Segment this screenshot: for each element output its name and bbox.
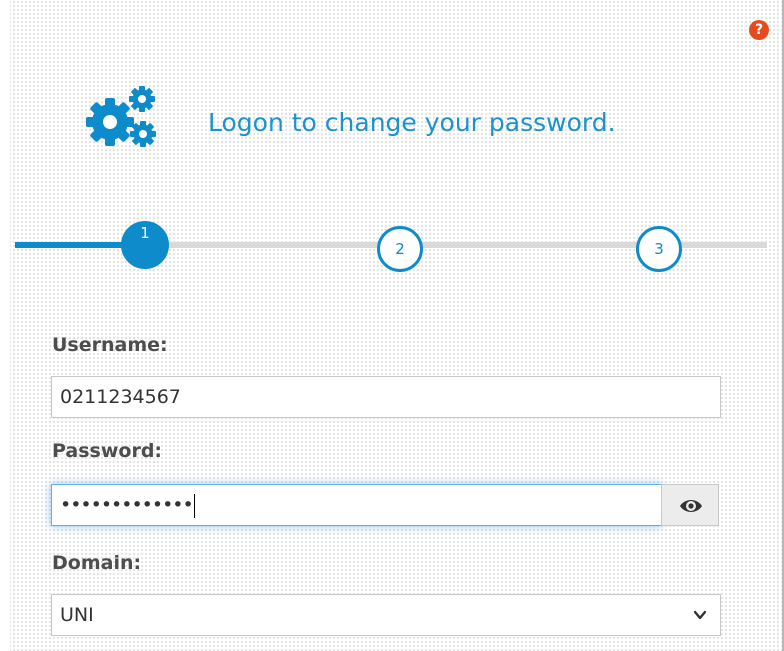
gears-icon [86, 86, 156, 147]
username-input[interactable]: 0211234567 [51, 376, 721, 418]
text-caret [193, 493, 195, 518]
password-input[interactable]: ••••••••••••• [51, 484, 662, 526]
show-password-button[interactable] [661, 484, 719, 526]
password-change-panel: ? Logon to change your password. 1 2 3 U… [0, 0, 784, 651]
domain-label: Domain: [52, 552, 142, 574]
domain-selected-value: UNI [60, 604, 94, 626]
step-2: 2 [377, 226, 423, 272]
username-value: 0211234567 [60, 386, 181, 408]
step-3: 3 [636, 226, 682, 272]
password-label: Password: [52, 440, 163, 462]
username-label: Username: [52, 334, 168, 356]
step-1: 1 [121, 221, 169, 269]
help-icon[interactable]: ? [749, 20, 769, 40]
panel-left-edge [0, 0, 10, 651]
eye-icon [680, 500, 702, 512]
page-title: Logon to change your password. [208, 108, 616, 137]
chevron-down-icon [693, 610, 707, 620]
password-masked-value: ••••••••••••• [60, 494, 194, 516]
domain-select[interactable]: UNI [51, 594, 721, 636]
